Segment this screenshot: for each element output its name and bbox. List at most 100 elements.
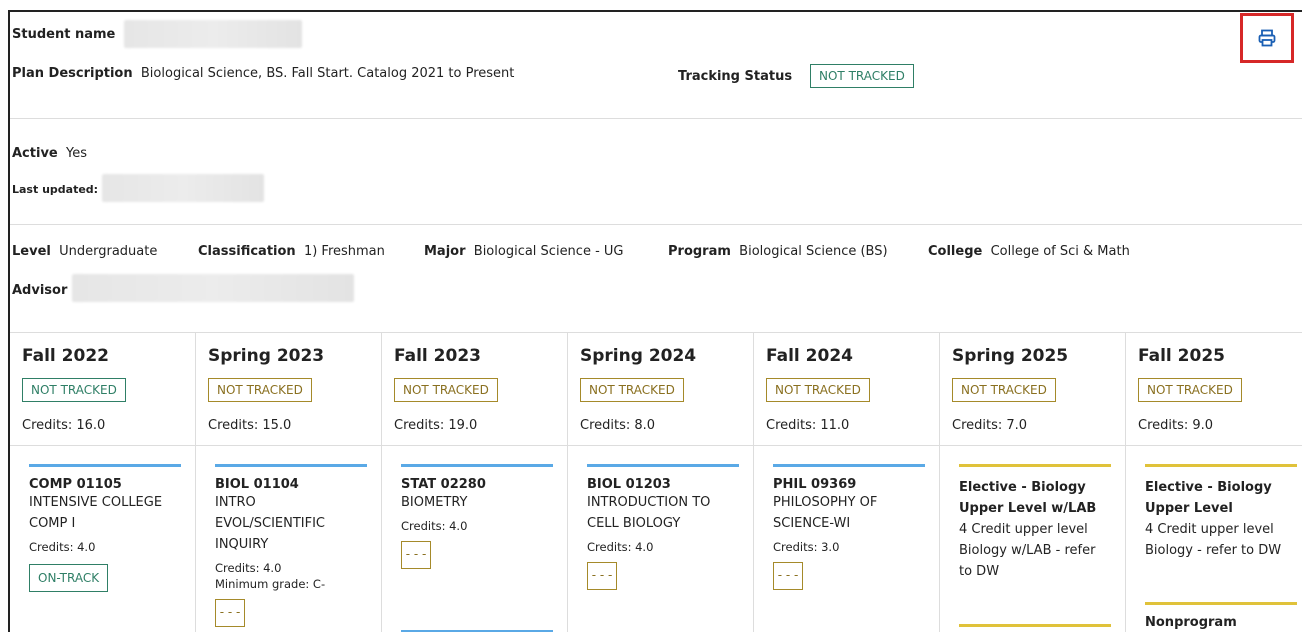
course-card-accent [401,464,553,467]
divider [568,445,753,446]
term-title: Fall 2024 [766,346,853,366]
term-credits: Credits: 7.0 [952,418,1028,433]
course-card[interactable]: COMP 01105 INTENSIVE COLLEGE COMP I Cred… [29,464,181,592]
term-status-badge: NOT TRACKED [1138,378,1242,402]
term-column: Spring 2025 NOT TRACKED Credits: 7.0 Ele… [940,333,1126,632]
tracking-status-badge: NOT TRACKED [810,64,914,88]
tracking-status-value: NOT TRACKED [810,64,914,88]
course-card[interactable]: PHIL 09369 PHILOSOPHY OF SCIENCE-WI Cred… [773,464,925,590]
degree-plan-panel: Student name Plan Description Biological… [8,10,1302,632]
course-card[interactable]: BIOL 01104 INTRO EVOL/SCIENTIFIC INQUIRY… [215,464,367,627]
classification-label: Classification [198,244,296,259]
course-code: BIOL 01104 [215,477,299,492]
course-title: BIOMETRY [401,495,468,510]
course-credits: Credits: 4.0 [401,519,468,533]
divider [1126,445,1302,446]
plan-description-value: Biological Science, BS. Fall Start. Cata… [140,66,515,81]
term-credits: Credits: 16.0 [22,418,106,433]
course-card[interactable]: Elective - Biology Upper Level 4 Credit … [1145,464,1297,561]
course-status-badge[interactable]: - - - [215,599,245,627]
course-card-accent [959,624,1111,627]
term-status-badge: NOT TRACKED [952,378,1056,402]
course-card[interactable]: Elective - Biology Upper Level w/LAB 4 C… [959,464,1111,582]
term-credits: Credits: 11.0 [766,418,850,433]
divider [754,445,939,446]
term-column: Fall 2024 NOT TRACKED Credits: 11.0 PHIL… [754,333,940,632]
course-card[interactable]: Nonprogram [1145,602,1297,630]
course-code: COMP 01105 [29,477,122,492]
major-label: Major [424,244,466,259]
term-credits: Credits: 8.0 [580,418,656,433]
printer-icon [1258,29,1276,47]
course-min-grade: Minimum grade: C- [215,577,326,591]
course-title: INTRODUCTION TO CELL BIOLOGY [587,495,711,531]
course-code: STAT 02280 [401,477,486,492]
course-status-badge[interactable]: - - - [587,562,617,590]
advisor-label: Advisor [12,283,68,298]
term-column: Fall 2025 NOT TRACKED Credits: 9.0 Elect… [1126,333,1302,632]
level-label: Level [12,244,51,259]
course-card-accent [773,464,925,467]
term-title: Fall 2022 [22,346,109,366]
course-status-badge[interactable]: - - - [773,562,803,590]
term-column: Fall 2023 NOT TRACKED Credits: 19.0 STAT… [382,333,568,632]
term-status-badge: NOT TRACKED [208,378,312,402]
level-row: Level Undergraduate [12,244,157,259]
major-value: Biological Science - UG [473,244,624,259]
program-row: Program Biological Science (BS) [668,244,888,259]
active-label: Active [12,146,58,161]
course-card-accent [587,464,739,467]
course-code: BIOL 01203 [587,477,671,492]
term-status-badge: NOT TRACKED [394,378,498,402]
student-name-redacted [124,20,302,48]
level-value: Undergraduate [59,244,158,259]
course-card-accent [1145,602,1297,605]
divider [10,445,195,446]
student-name-label: Student name [12,27,116,42]
course-card[interactable] [959,624,1111,627]
college-value: College of Sci & Math [990,244,1130,259]
course-card[interactable]: BIOL 01203 INTRODUCTION TO CELL BIOLOGY … [587,464,739,590]
course-title: 4 Credit upper level Biology w/LAB - ref… [959,522,1096,579]
last-updated-label: Last updated: [12,183,99,196]
course-status-badge[interactable]: - - - [401,541,431,569]
course-status-badge[interactable]: ON-TRACK [29,564,109,592]
divider [10,224,1302,225]
term-title: Fall 2023 [394,346,481,366]
course-title: INTRO EVOL/SCIENTIFIC INQUIRY [215,495,325,552]
plan-description: Plan Description Biological Science, BS.… [12,66,514,81]
term-status-badge: NOT TRACKED [766,378,870,402]
divider [10,118,1302,119]
plan-description-label: Plan Description [12,66,133,81]
term-title: Spring 2025 [952,346,1069,366]
course-title: PHILOSOPHY OF SCIENCE-WI [773,495,878,531]
divider [196,445,381,446]
active-row: Active Yes [12,146,87,161]
course-code: PHIL 09369 [773,477,857,492]
course-credits: Credits: 4.0 [215,561,282,575]
course-credits: Credits: 4.0 [587,540,654,554]
classification-row: Classification 1) Freshman [198,244,385,259]
term-status-badge: NOT TRACKED [22,378,126,402]
term-credits: Credits: 9.0 [1138,418,1214,433]
term-column: Spring 2024 NOT TRACKED Credits: 8.0 BIO… [568,333,754,632]
course-code: Elective - Biology Upper Level w/LAB [959,480,1097,516]
term-columns: Fall 2022 NOT TRACKED Credits: 16.0 COMP… [10,332,1302,632]
college-label: College [928,244,983,259]
course-credits: Credits: 3.0 [773,540,840,554]
course-title: INTENSIVE COLLEGE COMP I [29,495,163,531]
term-status-badge: NOT TRACKED [580,378,684,402]
course-credits: Credits: 4.0 [29,540,96,554]
active-value: Yes [66,146,87,161]
print-button[interactable] [1240,13,1294,63]
program-value: Biological Science (BS) [739,244,888,259]
course-card-accent [959,464,1111,467]
course-card[interactable]: STAT 02280 BIOMETRY Credits: 4.0 - - - [401,464,553,569]
last-updated-redacted [102,174,264,202]
term-column: Fall 2022 NOT TRACKED Credits: 16.0 COMP… [10,333,196,632]
term-credits: Credits: 15.0 [208,418,292,433]
advisor-redacted [72,274,354,302]
term-column: Spring 2023 NOT TRACKED Credits: 15.0 BI… [196,333,382,632]
course-card-accent [29,464,181,467]
term-title: Spring 2024 [580,346,697,366]
